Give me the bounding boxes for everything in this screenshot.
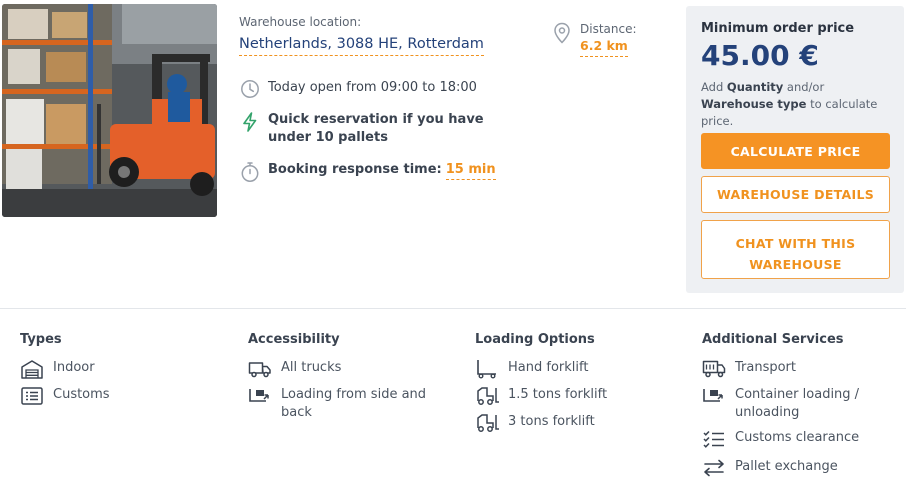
loading-item-15-ton: 1.5 tons forklift: [475, 386, 607, 406]
accessibility-label: Loading from side and back: [281, 387, 427, 420]
exchange-arrows-icon: [702, 458, 726, 478]
service-item-transport: Transport: [702, 359, 882, 379]
booking-response: Booking response time: 15 min: [240, 161, 496, 182]
divider: [0, 308, 906, 309]
loading-item-3-ton: 3 tons forklift: [475, 413, 607, 433]
loading-label: 1.5 tons forklift: [508, 387, 608, 402]
accessibility-title: Accessibility: [248, 332, 340, 347]
opening-hours: Today open from 09:00 to 18:00: [240, 79, 477, 99]
price-note: Add Quantity and/or Warehouse type to ca…: [701, 80, 878, 128]
service-label: Container loading / unloading: [735, 387, 860, 420]
additional-services-title: Additional Services: [702, 332, 844, 347]
container-loading-icon: [702, 386, 726, 406]
response-time-value: 15 min: [445, 162, 496, 180]
minimum-order-price: 45.00 €: [701, 39, 819, 72]
types-section: Types Indoor Customs: [20, 332, 110, 406]
distance-value: 6.2 km: [580, 38, 628, 57]
map-pin-icon: [552, 22, 572, 48]
location-value[interactable]: Netherlands, 3088 HE, Rotterdam: [239, 36, 484, 56]
opening-hours-text: Today open from 09:00 to 18:00: [268, 80, 477, 95]
checklist-icon: [702, 429, 726, 449]
loading-label: 3 tons forklift: [508, 414, 595, 429]
type-item-customs: Customs: [20, 386, 110, 406]
hand-forklift-icon: [475, 359, 499, 379]
service-item-pallet-exchange: Pallet exchange: [702, 458, 882, 478]
loading-options-section: Loading Options Hand forklift 1.5 tons f…: [475, 332, 607, 433]
chat-with-warehouse-button[interactable]: CHAT WITH THIS WAREHOUSE: [701, 220, 890, 279]
warehouse-indoor-icon: [20, 359, 44, 379]
additional-services-section: Additional Services Transport Container …: [702, 332, 882, 478]
clock-icon: [240, 79, 260, 99]
calculate-price-button[interactable]: CALCULATE PRICE: [701, 133, 890, 169]
location-label: Warehouse location:: [239, 15, 362, 29]
side-loading-icon: [248, 386, 272, 406]
stopwatch-icon: [240, 161, 260, 182]
service-label: Transport: [735, 360, 797, 375]
service-label: Customs clearance: [735, 430, 860, 445]
price-panel: Minimum order price 45.00 € Add Quantity…: [686, 6, 904, 293]
accessibility-item-side-back: Loading from side and back: [248, 386, 438, 422]
accessibility-section: Accessibility All trucks Loading from si…: [248, 332, 438, 422]
customs-document-icon: [20, 386, 44, 406]
accessibility-label: All trucks: [281, 360, 342, 375]
type-label: Indoor: [53, 360, 95, 375]
quick-reservation: Quick reservation if you have under 10 p…: [240, 111, 528, 147]
truck-icon: [248, 359, 272, 379]
response-time-label: Booking response time:: [268, 162, 442, 177]
service-item-container: Container loading / unloading: [702, 386, 882, 422]
quantity-term: Quantity: [726, 80, 784, 94]
loading-options-title: Loading Options: [475, 332, 595, 347]
transport-truck-icon: [702, 359, 726, 379]
forklift-icon: [475, 413, 499, 433]
minimum-order-label: Minimum order price: [701, 21, 855, 36]
loading-label: Hand forklift: [508, 360, 589, 375]
warehouse-photo[interactable]: [2, 4, 217, 217]
service-label: Pallet exchange: [735, 459, 838, 474]
quick-reservation-text: Quick reservation if you have under 10 p…: [268, 112, 484, 145]
types-title: Types: [20, 332, 62, 347]
type-item-indoor: Indoor: [20, 359, 110, 379]
accessibility-item-all-trucks: All trucks: [248, 359, 438, 379]
distance-label: Distance:: [580, 22, 637, 36]
type-label: Customs: [53, 387, 110, 402]
forklift-icon: [475, 386, 499, 406]
warehouse-type-term: Warehouse type: [701, 97, 807, 111]
warehouse-details-button[interactable]: WAREHOUSE DETAILS: [701, 176, 890, 213]
service-item-customs: Customs clearance: [702, 429, 882, 449]
lightning-icon: [240, 111, 260, 132]
loading-item-hand-forklift: Hand forklift: [475, 359, 607, 379]
